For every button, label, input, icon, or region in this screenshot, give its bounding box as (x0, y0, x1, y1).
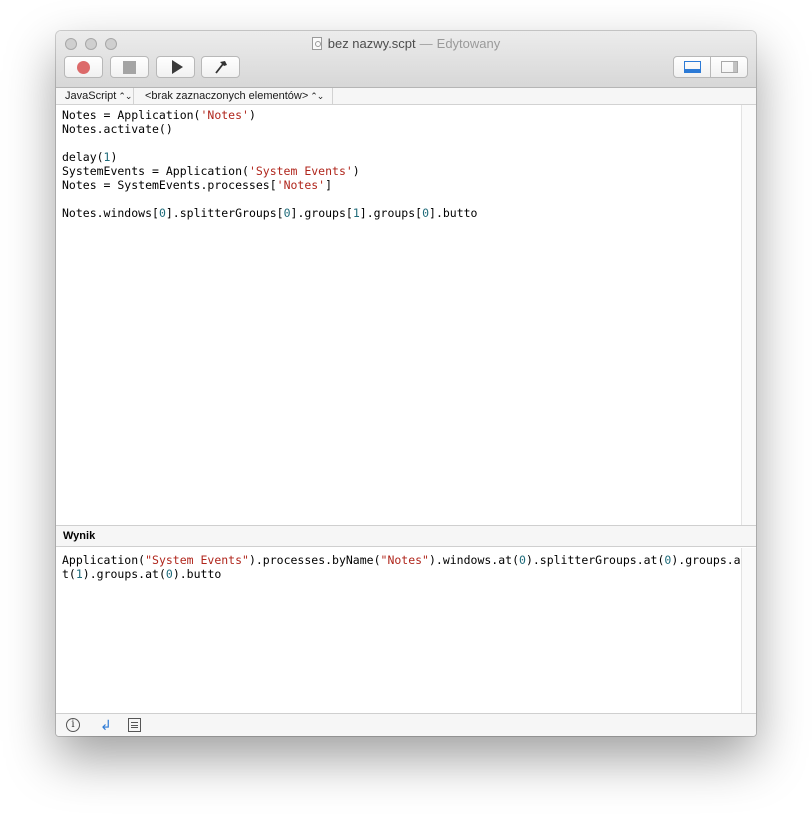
code-text: ].groups[ (359, 206, 423, 220)
stop-icon (123, 60, 136, 74)
code-number: 0 (165, 567, 173, 581)
code-line[interactable] (62, 136, 741, 150)
code-number: 0 (158, 206, 166, 220)
language-selector[interactable]: JavaScript ⌃⌄ (56, 88, 134, 104)
language-label: JavaScript (65, 90, 117, 102)
code-text: Notes.windows[ (62, 206, 159, 220)
code-number: 0 (283, 206, 291, 220)
return-icon[interactable]: ↲ (98, 717, 114, 733)
code-text: ].groups[ (290, 206, 353, 220)
title-bar: bez nazwy.scpt — Edytowany (56, 31, 756, 88)
show-bottom-pane-button[interactable] (674, 57, 710, 77)
code-text: delay( (62, 150, 104, 164)
code-line[interactable]: SystemEvents = Application('System Event… (62, 164, 741, 178)
code-text: Notes.activate() (62, 122, 173, 136)
run-icon (171, 60, 183, 74)
show-side-pane-button[interactable] (710, 57, 747, 77)
info-icon[interactable]: i (66, 718, 80, 732)
updown-chevron-icon: ⌃⌄ (310, 91, 324, 101)
document-icon (311, 37, 322, 50)
code-text: SystemEvents = Application( (62, 164, 249, 178)
side-pane-icon (720, 61, 738, 73)
record-icon (77, 60, 90, 74)
window-title: bez nazwy.scpt — Edytowany (56, 35, 756, 52)
code-text: ] (325, 178, 333, 192)
result-scrollbar[interactable] (741, 548, 756, 713)
code-line[interactable]: delay(1) (62, 150, 741, 164)
code-line[interactable]: Notes.activate() (62, 122, 741, 136)
document-name: bez nazwy.scpt (327, 36, 416, 51)
updown-chevron-icon: ⌃⌄ (118, 91, 132, 101)
run-button[interactable] (156, 56, 195, 78)
code-line[interactable]: Notes.windows[0].splitterGroups[0].group… (62, 206, 741, 220)
code-text: ).groups.at( (82, 567, 166, 581)
edited-status: Edytowany (436, 36, 501, 51)
code-text: ).processes.byName( (248, 553, 381, 567)
code-number: 1 (75, 567, 83, 581)
code-text: Notes = Application( (62, 108, 201, 122)
compile-button[interactable] (201, 56, 240, 78)
navigation-bar: JavaScript ⌃⌄ <brak zaznaczonych elementó… (56, 88, 756, 105)
code-line[interactable]: Notes = SystemEvents.processes['Notes'] (62, 178, 741, 192)
code-string: "System Events" (145, 553, 249, 567)
list-icon[interactable] (128, 718, 141, 732)
code-text: ].splitterGroups[ (165, 206, 284, 220)
code-number: 0 (519, 553, 526, 567)
view-toggle[interactable] (673, 56, 748, 78)
title-separator: — (419, 36, 433, 51)
code-text: ).windows.at( (428, 553, 519, 567)
bottom-bar: i ↲ (56, 713, 756, 736)
code-line[interactable]: Notes = Application('Notes') (62, 108, 741, 122)
code-string: 'Notes' (276, 178, 326, 192)
code-text: Notes = SystemEvents.processes[ (62, 178, 277, 192)
stop-button[interactable] (110, 56, 149, 78)
compile-icon (214, 61, 227, 74)
script-editor-window: bez nazwy.scpt — Edytowany JavaScript ⌃⌄ <b… (56, 31, 756, 736)
code-line[interactable] (62, 192, 741, 206)
code-number: 1 (352, 206, 360, 220)
code-text: ].butto (429, 206, 478, 220)
code-text: Application( (62, 553, 146, 567)
code-string: "Notes" (380, 553, 429, 567)
code-text: ) (352, 164, 360, 178)
code-number: 0 (422, 206, 430, 220)
result-output: Application("System Events").processes.b… (56, 548, 741, 713)
code-text: ).butto (172, 567, 222, 581)
code-text: ) (248, 108, 256, 122)
editor-scrollbar[interactable] (741, 105, 756, 525)
code-text: ) (110, 150, 118, 164)
script-editor[interactable]: Notes = Application('Notes') Notes.activa… (56, 105, 741, 525)
element-selector[interactable]: <brak zaznaczonych elementów> ⌃⌄ (135, 88, 333, 104)
record-button[interactable] (64, 56, 103, 78)
element-selector-label: <brak zaznaczonych elementów> (145, 90, 309, 102)
code-string: 'Notes' (200, 108, 249, 122)
code-string: 'System Events' (248, 164, 353, 178)
code-text: ).splitterGroups.at( (525, 553, 665, 567)
bottom-pane-icon (683, 61, 701, 73)
result-header: Wynik (56, 525, 756, 547)
